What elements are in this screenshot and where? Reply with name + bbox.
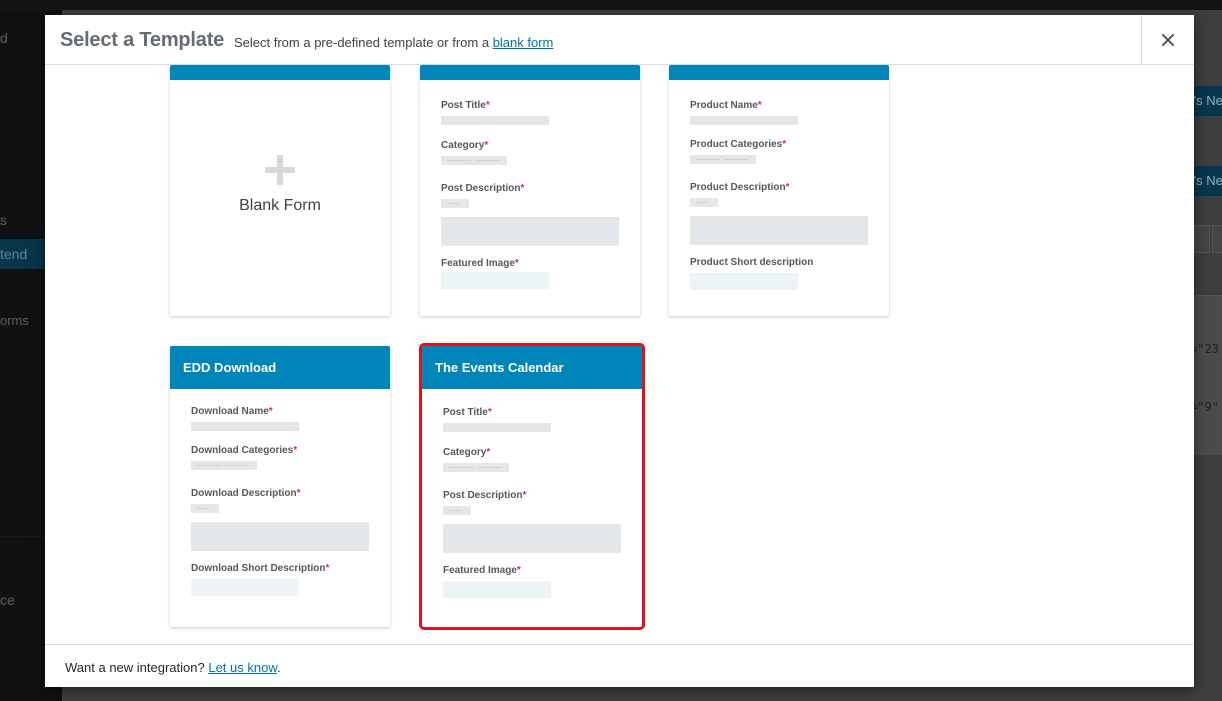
field-placeholder	[191, 504, 219, 513]
field-placeholder	[443, 524, 621, 553]
modal-subtitle: Select from a pre-defined template or fr…	[234, 35, 553, 50]
field-placeholder	[191, 522, 369, 551]
field-label: Download Categories*	[191, 445, 298, 456]
blank-form-link[interactable]: blank form	[493, 35, 554, 50]
background-code: ="9"	[1194, 400, 1219, 414]
admin-content-right: t's Ne t's Ne ="23 ="9"	[1194, 10, 1222, 701]
card-header	[170, 65, 390, 80]
blank-form-label: Blank Form	[239, 197, 321, 214]
field-label: Download Name*	[191, 406, 273, 417]
sidebar-item: s	[0, 212, 7, 228]
card-title: EDD Download	[170, 346, 390, 389]
modal-title: Select a Template	[60, 29, 225, 51]
field-label: Download Description*	[191, 488, 301, 499]
background-code: ="23	[1194, 342, 1219, 356]
field-label: Product Short description	[690, 257, 814, 268]
field-label: Featured Image*	[443, 565, 521, 576]
field-placeholder	[191, 422, 299, 431]
admin-bar	[0, 0, 1222, 10]
field-label: Product Categories*	[690, 139, 787, 150]
field-label: Category*	[441, 140, 489, 151]
sidebar-item-active: tend	[0, 239, 45, 269]
field-label: Featured Image*	[441, 258, 519, 269]
plus-icon	[265, 155, 295, 185]
field-placeholder	[441, 272, 549, 289]
card-title: The Events Calendar	[422, 346, 642, 389]
close-icon	[1162, 34, 1174, 46]
field-placeholder	[191, 579, 299, 596]
sidebar-item: d	[0, 30, 8, 46]
modal-body: Blank Form Post Title* Category* Post De…	[45, 65, 1194, 644]
field-label: Category*	[443, 447, 491, 458]
field-placeholder	[441, 116, 549, 125]
modal-header: Select a Template Select from a pre-defi…	[45, 15, 1194, 65]
field-placeholder	[443, 581, 551, 598]
card-header	[669, 65, 889, 80]
sidebar-item: ce	[0, 592, 15, 608]
field-placeholder	[441, 199, 469, 208]
background-button: t's Ne	[1194, 166, 1222, 196]
sidebar-item: orms	[0, 313, 29, 328]
field-placeholder	[690, 116, 798, 125]
background-button: t's Ne	[1194, 86, 1222, 116]
background-box	[1212, 225, 1222, 253]
background-panel	[1194, 295, 1222, 455]
field-label: Post Description*	[441, 183, 525, 194]
field-placeholder	[690, 273, 798, 290]
template-card-blank[interactable]: Blank Form	[170, 65, 390, 316]
modal-footer: Want a new integration? Let us know.	[45, 644, 1194, 687]
background-box	[1194, 225, 1210, 253]
card-header	[420, 65, 640, 80]
field-label: Download Short Description*	[191, 563, 330, 574]
field-placeholder	[443, 423, 551, 432]
field-placeholder	[441, 156, 507, 165]
template-card-post[interactable]: Post Title* Category* Post Description* …	[420, 65, 640, 316]
template-modal: Select a Template Select from a pre-defi…	[45, 15, 1194, 687]
field-label: Product Name*	[690, 100, 762, 111]
footer-text: Want a new integration? Let us know.	[65, 660, 281, 675]
field-label: Post Title*	[441, 100, 490, 111]
field-placeholder	[441, 217, 619, 246]
field-placeholder	[443, 506, 471, 515]
field-placeholder	[690, 198, 718, 207]
field-label: Product Description*	[690, 182, 790, 193]
field-placeholder	[443, 463, 509, 472]
field-label: Post Title*	[443, 407, 492, 418]
subtitle-text: Select from a pre-defined template or fr…	[234, 35, 490, 50]
template-card-events-calendar[interactable]: The Events Calendar Post Title* Category…	[419, 343, 645, 630]
let-us-know-link[interactable]: Let us know	[208, 660, 277, 675]
template-card-edd-download[interactable]: EDD Download Download Name* Download Cat…	[170, 346, 390, 627]
field-label: Post Description*	[443, 490, 527, 501]
field-placeholder	[690, 155, 756, 164]
close-button[interactable]	[1141, 15, 1194, 65]
field-placeholder	[690, 216, 868, 245]
template-card-product[interactable]: Product Name* Product Categories* Produc…	[669, 65, 889, 316]
field-placeholder	[191, 461, 257, 470]
